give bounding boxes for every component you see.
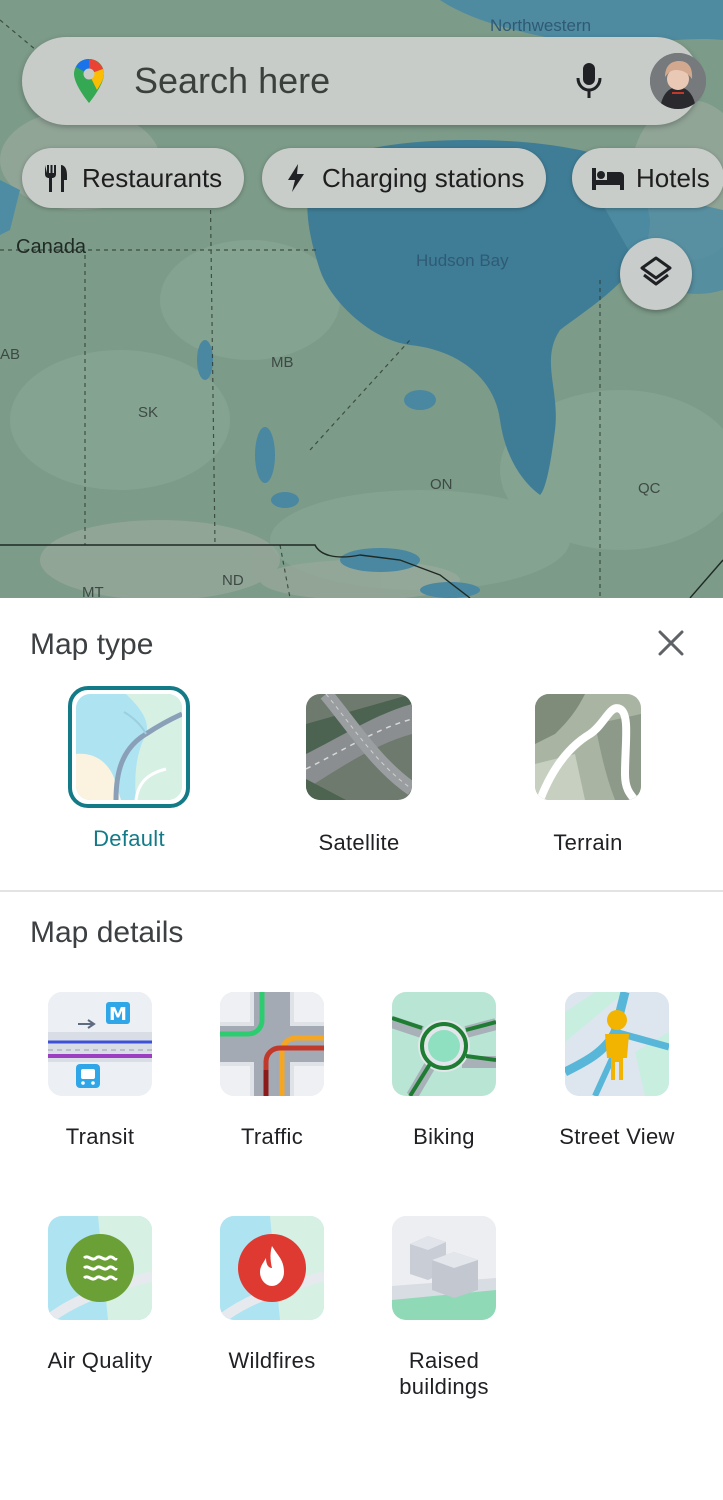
fork-knife-icon	[40, 162, 72, 194]
map-type-terrain[interactable]: Terrain	[498, 694, 678, 856]
traffic-icon	[220, 992, 324, 1096]
map-type-default-frame	[68, 686, 190, 808]
divider	[0, 890, 723, 892]
map-label-mb: MB	[271, 354, 294, 371]
detail-raised-buildings-label: Raised buildings	[399, 1348, 489, 1399]
close-button[interactable]	[650, 624, 692, 666]
microphone-icon[interactable]	[574, 61, 604, 106]
wildfires-icon	[220, 1216, 324, 1320]
detail-wildfires[interactable]: Wildfires	[186, 1216, 358, 1374]
map-details-heading: Map details	[30, 916, 184, 949]
avatar[interactable]	[650, 53, 706, 109]
detail-traffic[interactable]: Traffic	[186, 992, 358, 1150]
detail-raised-buildings[interactable]: Raised buildings	[358, 1216, 530, 1400]
map-label-northwestern: Northwestern	[490, 16, 592, 35]
layers-button[interactable]	[620, 238, 692, 310]
map-type-default-label: Default	[93, 826, 165, 851]
chip-restaurants-label: Restaurants	[82, 162, 223, 193]
bed-icon	[590, 162, 626, 194]
map-view[interactable]: Northwestern Canada Hudson Bay AB MB SK …	[0, 0, 723, 598]
detail-air-quality[interactable]: Air Quality	[14, 1216, 186, 1374]
search-input[interactable]: Search here	[134, 60, 330, 102]
close-icon	[657, 629, 685, 662]
map-type-heading: Map type	[30, 628, 154, 661]
google-maps-pin-icon	[72, 57, 106, 110]
map-label-nd: ND	[222, 572, 244, 589]
raised-buildings-icon	[392, 1216, 496, 1320]
detail-traffic-label: Traffic	[241, 1124, 303, 1149]
transit-icon: M	[48, 992, 152, 1096]
chip-charging-stations[interactable]: Charging stations	[262, 148, 547, 208]
detail-wildfires-label: Wildfires	[228, 1348, 316, 1373]
detail-transit-label: Transit	[65, 1124, 135, 1149]
detail-street-view[interactable]: Street View	[531, 992, 703, 1150]
map-type-satellite-label: Satellite	[318, 830, 400, 855]
terrain-map-thumbnail	[535, 694, 641, 800]
lightning-icon	[280, 162, 312, 194]
map-label-hudson-bay: Hudson Bay	[416, 251, 509, 270]
map-label-qc: QC	[638, 480, 661, 497]
detail-transit[interactable]: M Transit	[14, 992, 186, 1150]
air-quality-icon	[48, 1216, 152, 1320]
search-bar[interactable]: Search here	[22, 37, 706, 125]
chip-charging-stations-label: Charging stations	[322, 162, 525, 193]
map-label-ab: AB	[0, 346, 21, 363]
chip-restaurants[interactable]: Restaurants	[22, 148, 245, 208]
satellite-map-thumbnail	[306, 694, 412, 800]
layers-icon	[638, 254, 674, 295]
svg-text:M: M	[109, 1004, 127, 1025]
map-type-default[interactable]: Default	[39, 686, 219, 852]
layers-bottom-sheet: Map type Default Satellite Terrain Map d…	[0, 598, 723, 1500]
detail-biking-label: Biking	[413, 1124, 475, 1149]
default-map-thumbnail	[76, 694, 182, 800]
map-label-on: ON	[430, 476, 453, 493]
chip-hotels[interactable]: Hotels	[572, 148, 723, 208]
map-type-satellite[interactable]: Satellite	[269, 694, 449, 856]
map-label-sk: SK	[138, 404, 159, 421]
map-label-mt: MT	[82, 584, 104, 598]
chip-hotels-label: Hotels	[636, 162, 710, 193]
detail-air-quality-label: Air Quality	[47, 1348, 153, 1373]
street-view-icon	[565, 992, 669, 1096]
map-type-terrain-label: Terrain	[553, 830, 623, 855]
detail-street-view-label: Street View	[559, 1124, 675, 1149]
map-label-canada: Canada	[16, 236, 87, 258]
biking-icon	[392, 992, 496, 1096]
detail-biking[interactable]: Biking	[358, 992, 530, 1150]
